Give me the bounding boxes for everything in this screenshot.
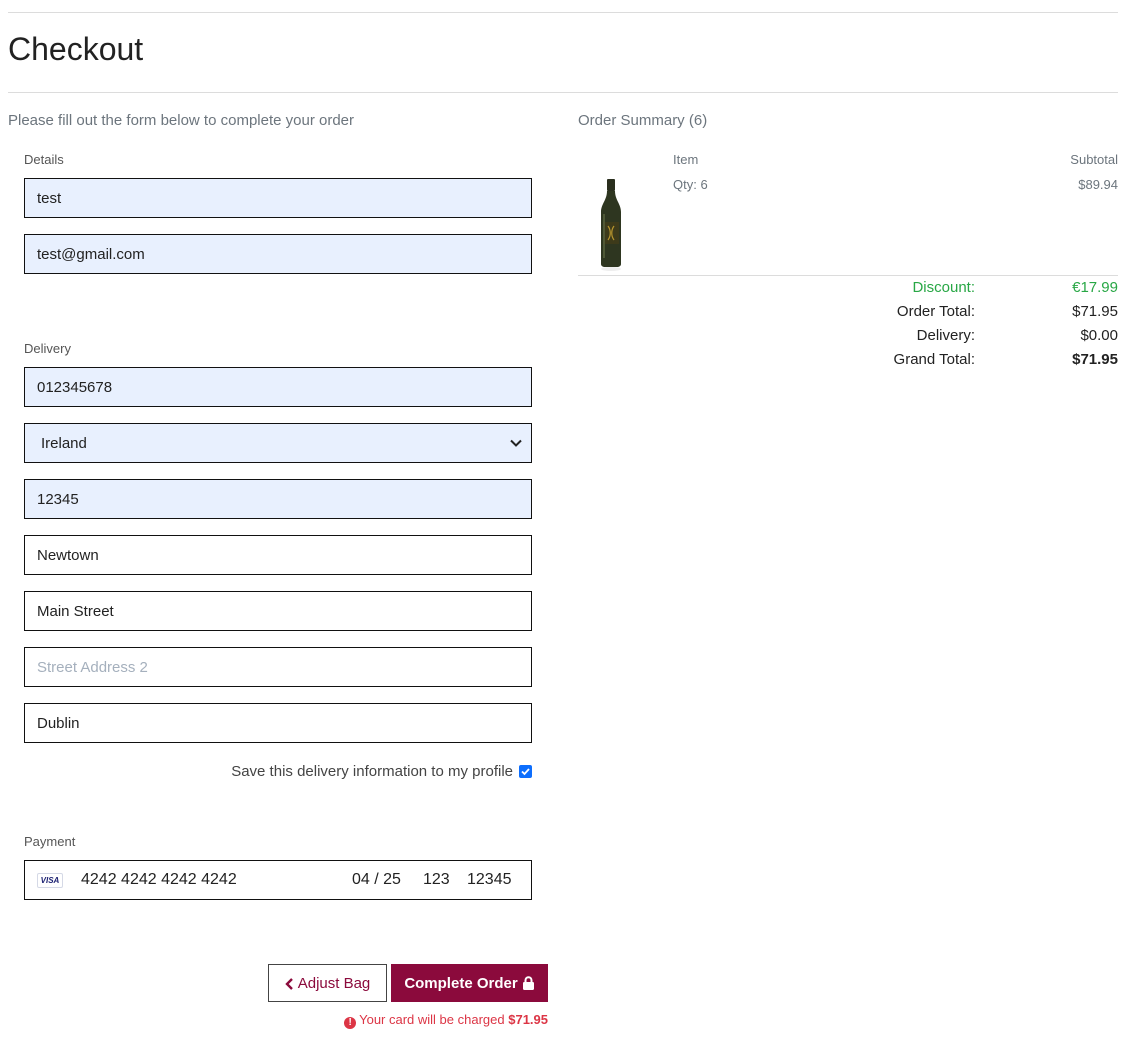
payment-label: Payment (24, 834, 76, 849)
order-total-row: Order Total: $71.95 (578, 303, 1118, 325)
save-info-label: Save this delivery information to my pro… (231, 762, 513, 780)
card-element[interactable]: VISA 4242 4242 4242 4242 04 / 25 123 123… (24, 860, 532, 900)
visa-card-icon: VISA (37, 873, 63, 888)
card-postal-input[interactable]: 12345 (467, 871, 512, 889)
phone-field[interactable] (24, 367, 532, 407)
complete-order-button[interactable]: Complete Order (391, 964, 548, 1002)
street-address-1-field[interactable] (24, 591, 532, 631)
checkmark-icon (521, 767, 530, 775)
county-field[interactable] (24, 703, 532, 743)
adjust-bag-button[interactable]: Adjust Bag (268, 964, 387, 1002)
postcode-field[interactable] (24, 479, 532, 519)
details-label: Details (24, 152, 64, 167)
chevron-down-icon (510, 439, 522, 447)
item-quantity: Qty: 6 (673, 177, 708, 192)
discount-value: €17.99 (1072, 279, 1118, 296)
subtotal-column-header: Subtotal (1070, 152, 1118, 167)
exclamation-circle-icon: ! (344, 1017, 357, 1029)
delivery-label: Delivery (24, 341, 71, 356)
discount-row: Discount: €17.99 (578, 279, 1118, 301)
country-selected-value: Ireland (41, 435, 87, 452)
street-address-2-field[interactable] (24, 647, 532, 687)
summary-divider (578, 275, 1118, 276)
item-column-header: Item (673, 152, 699, 167)
title-divider (8, 92, 1118, 93)
delivery-cost-value: $0.00 (1080, 327, 1118, 344)
grand-total-value: $71.95 (1072, 351, 1118, 368)
page-title: Checkout (8, 31, 144, 67)
chevron-left-icon (285, 977, 293, 990)
lock-icon (522, 975, 534, 990)
charge-warning: ! Your card will be charged $71.95 (344, 1012, 548, 1029)
order-total-value: $71.95 (1072, 303, 1118, 320)
country-select[interactable]: Ireland (24, 423, 532, 463)
delivery-row: Delivery: $0.00 (578, 327, 1118, 349)
grand-total-row: Grand Total: $71.95 (578, 351, 1118, 373)
save-info-row: Save this delivery information to my pro… (24, 762, 532, 780)
order-summary-title: Order Summary (6) (578, 112, 708, 129)
card-number-input[interactable]: 4242 4242 4242 4242 (81, 871, 237, 889)
town-field[interactable] (24, 535, 532, 575)
card-cvc-input[interactable]: 123 (423, 871, 450, 889)
email-field[interactable] (24, 234, 532, 274)
grand-total-label: Grand Total: (893, 351, 975, 368)
discount-label: Discount: (912, 279, 975, 296)
form-instructions: Please fill out the form below to comple… (8, 112, 355, 129)
top-divider (8, 12, 1118, 13)
wine-bottle-image (601, 179, 621, 271)
save-info-checkbox[interactable] (519, 764, 532, 778)
adjust-bag-label: Adjust Bag (297, 974, 371, 992)
charge-text: Your card will be charged (359, 1012, 505, 1027)
delivery-cost-label: Delivery: (916, 327, 975, 344)
charge-amount: $71.95 (508, 1012, 548, 1027)
card-expiry-input[interactable]: 04 / 25 (352, 871, 401, 889)
complete-order-label: Complete Order (404, 974, 518, 992)
item-subtotal: $89.94 (1078, 177, 1118, 192)
order-total-label: Order Total: (896, 303, 975, 320)
full-name-field[interactable] (24, 178, 532, 218)
visa-brand-text: VISA (40, 876, 60, 885)
